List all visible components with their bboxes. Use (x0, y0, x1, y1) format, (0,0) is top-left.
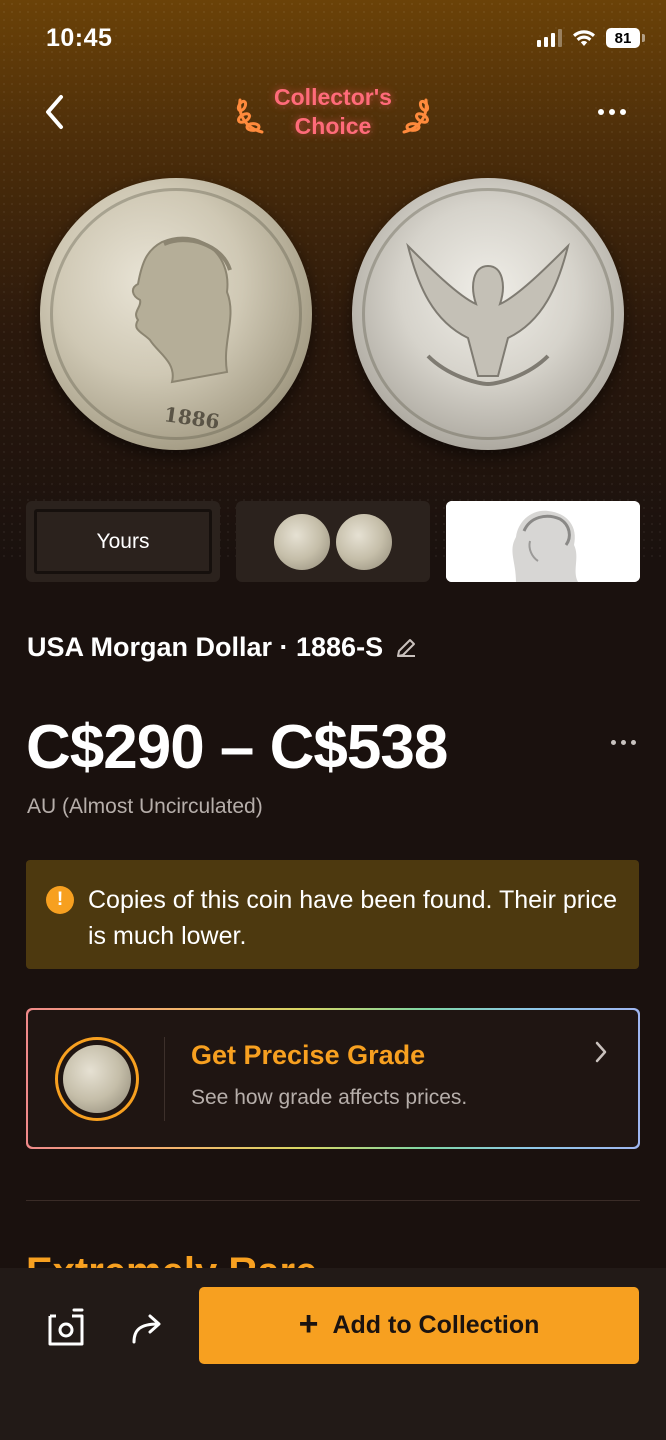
coin-reverse-image[interactable] (352, 178, 624, 450)
grade-card-subtitle: See how grade affects prices. (191, 1086, 468, 1109)
tab-yours[interactable]: Yours (26, 501, 220, 582)
coin-title-row: USA Morgan Dollar · 1886-S (27, 632, 417, 663)
camera-button[interactable] (46, 1308, 86, 1348)
chevron-left-icon (46, 95, 63, 129)
image-source-tabs: Yours (26, 501, 640, 582)
add-to-collection-label: Add to Collection (332, 1311, 540, 1339)
counterfeit-warning: ! Copies of this coin have been found. T… (26, 860, 639, 969)
eagle-icon (406, 242, 570, 387)
more-horizontal-icon (611, 740, 636, 745)
status-time: 10:45 (46, 24, 113, 52)
coin-title: USA Morgan Dollar · 1886-S (27, 632, 384, 662)
grade-coin-ring (55, 1037, 139, 1121)
collectors-choice-badge: Collector's Choice (228, 80, 438, 144)
grade-label: AU (Almost Uncirculated) (27, 795, 263, 818)
add-to-collection-button[interactable]: + Add to Collection (199, 1287, 639, 1364)
tab-yours-label: Yours (96, 529, 150, 553)
more-horizontal-icon (598, 109, 626, 115)
status-icons: 81 (537, 28, 645, 48)
wifi-icon (573, 30, 595, 46)
portrait-engraving-image (446, 501, 640, 582)
tab-design-portrait[interactable] (446, 501, 640, 582)
laurel-right-icon (402, 98, 430, 134)
price-more-button[interactable] (611, 740, 636, 745)
warning-text: Copies of this coin have been found. The… (88, 886, 618, 950)
more-options-button[interactable] (592, 96, 632, 128)
laurel-left-icon (236, 98, 264, 134)
reference-obverse-thumbnail (274, 513, 330, 570)
get-precise-grade-card[interactable]: Get Precise Grade See how grade affects … (26, 1008, 640, 1149)
tab-reference-coins[interactable] (236, 501, 430, 582)
edit-pencil-icon[interactable] (395, 637, 417, 659)
chevron-right-icon (595, 1041, 607, 1063)
share-arrow-icon (132, 1314, 161, 1344)
price-range: C$290 – C$538 (26, 713, 448, 782)
liberty-head-icon (132, 236, 232, 384)
badge-label: Collector's Choice (274, 84, 392, 139)
exclamation-circle-icon: ! (46, 886, 74, 914)
share-button[interactable] (128, 1308, 168, 1348)
camera-icon (48, 1308, 84, 1346)
battery-indicator: 81 (606, 28, 645, 48)
grade-card-title: Get Precise Grade (191, 1040, 426, 1070)
reference-reverse-thumbnail (336, 513, 392, 570)
back-button[interactable] (34, 88, 74, 136)
plus-icon: + (298, 1305, 319, 1343)
section-divider (26, 1200, 640, 1201)
grade-coin-thumbnail (63, 1045, 131, 1113)
rarity-section-title: Extremely Rare (26, 1248, 317, 1270)
cellular-signal-icon (537, 29, 562, 47)
coin-obverse-image[interactable]: 1886 (40, 178, 312, 450)
bottom-action-bar: + Add to Collection (0, 1268, 666, 1440)
